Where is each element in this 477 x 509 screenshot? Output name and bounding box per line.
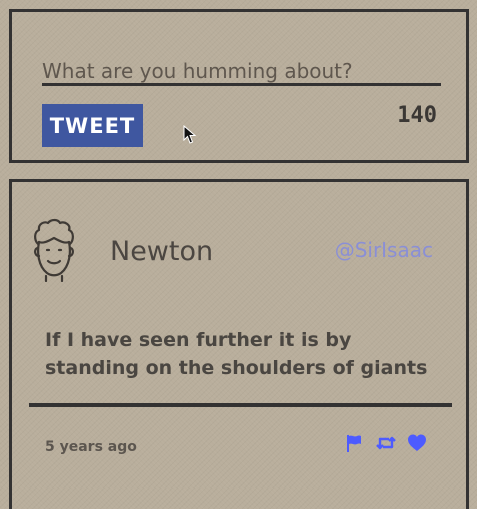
flag-icon[interactable] (344, 433, 364, 453)
tweet-button[interactable]: TWEET (42, 104, 143, 147)
tweet-card: Newton @SirIsaac If I have seen further … (9, 179, 469, 509)
timestamp: 5 years ago (45, 439, 137, 455)
retweet-icon[interactable] (376, 433, 396, 453)
author-handle[interactable]: @SirIsaac (335, 238, 433, 262)
divider (29, 403, 452, 407)
compose-panel: TWEET 140 (9, 9, 469, 163)
author-name: Newton (110, 236, 214, 267)
character-count: 140 (397, 103, 437, 128)
tweet-text: If I have seen further it is by standing… (45, 329, 428, 379)
avatar (34, 218, 74, 282)
mouse-cursor-icon (183, 125, 197, 144)
heart-icon[interactable] (407, 433, 427, 453)
compose-input[interactable] (42, 58, 441, 86)
